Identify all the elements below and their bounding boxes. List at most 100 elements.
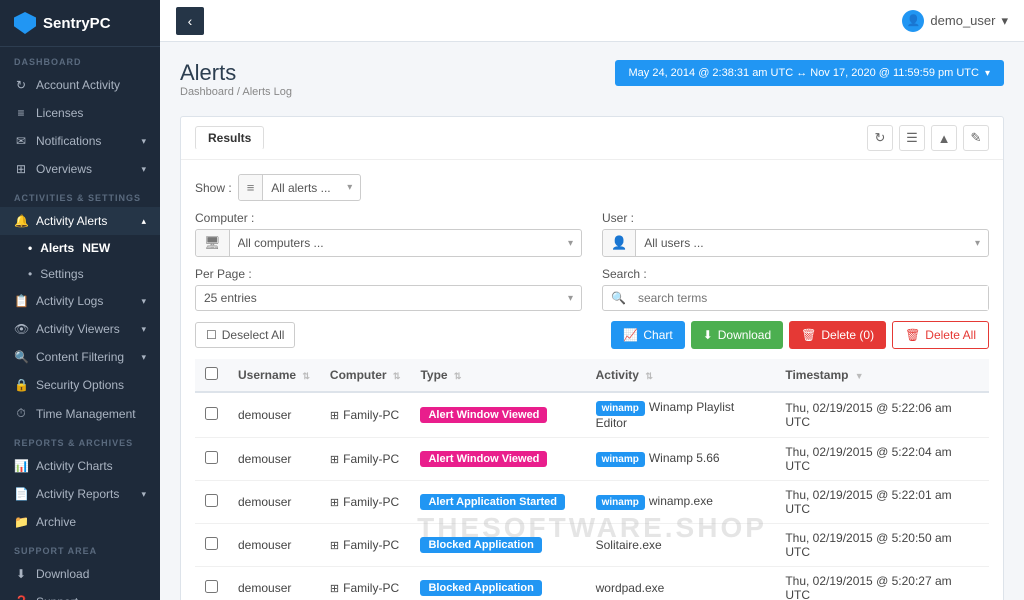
sidebar-sub-item-alerts[interactable]: • Alerts NEW (0, 235, 160, 261)
sidebar-item-activity-alerts[interactable]: 🔔 Activity Alerts ▴ (0, 207, 160, 235)
date-range-button[interactable]: May 24, 2014 @ 2:38:31 am UTC ↔ Nov 17, … (615, 60, 1005, 86)
row-checkbox[interactable] (205, 580, 218, 593)
sidebar-item-activity-viewers[interactable]: 👁 Activity Viewers ▾ (0, 315, 160, 343)
sidebar-toggle-button[interactable]: ‹ (176, 7, 204, 35)
sidebar-item-activity-reports[interactable]: 📄 Activity Reports ▾ (0, 480, 160, 508)
sidebar-item-overviews[interactable]: ⊞ Overviews ▾ (0, 155, 160, 183)
chart-button[interactable]: 📈 Chart (611, 321, 684, 349)
row-checkbox[interactable] (205, 451, 218, 464)
show-select[interactable]: All alerts ... (263, 176, 339, 200)
sidebar-sub-item-settings[interactable]: • Settings (0, 261, 160, 287)
list-view-button[interactable]: ☰ (899, 125, 925, 151)
row-timestamp: Thu, 02/19/2015 @ 5:22:04 am UTC (775, 438, 989, 481)
row-type: Alert Application Started (410, 481, 585, 524)
row-computer: ⊞Family-PC (320, 481, 411, 524)
computer-icon: 🖥 (196, 230, 230, 256)
show-label: Show : (195, 181, 232, 195)
delete-button[interactable]: 🗑 Delete (0) (789, 321, 886, 349)
sidebar-label-activity-logs: Activity Logs (36, 294, 103, 308)
per-page-search-filters: Per Page : 25 entries 50 entries 100 ent… (195, 267, 989, 311)
chart-label: Chart (643, 328, 672, 342)
row-checkbox[interactable] (205, 494, 218, 507)
sidebar-label-archive: Archive (36, 515, 76, 529)
deselect-all-button[interactable]: ☐ Deselect All (195, 322, 295, 348)
row-computer: ⊞Family-PC (320, 524, 411, 567)
activity-logs-arrow: ▾ (141, 296, 146, 307)
per-page-select[interactable]: 25 entries 50 entries 100 entries (196, 286, 560, 310)
per-page-col: Per Page : 25 entries 50 entries 100 ent… (195, 267, 582, 311)
user-icon: 👤 (603, 230, 636, 256)
delete-all-button[interactable]: 🗑 Delete All (892, 321, 989, 349)
sidebar-item-security-options[interactable]: 🔒 Security Options (0, 371, 160, 399)
row-computer: ⊞Family-PC (320, 438, 411, 481)
search-input[interactable] (634, 286, 988, 310)
sidebar-label-alerts: Alerts (40, 241, 74, 255)
computer-select-wrapper: 🖥 All computers ... ▾ (195, 229, 582, 257)
sidebar-item-archive[interactable]: 📁 Archive (0, 508, 160, 536)
table-row: demouser⊞Family-PCAlert Window Viewedwin… (195, 438, 989, 481)
alerts-bullet: • (28, 241, 32, 255)
row-checkbox[interactable] (205, 537, 218, 550)
row-activity: wordpad.exe (586, 567, 776, 600)
delete-all-label: Delete All (925, 328, 976, 342)
card-header: Results ↻ ☰ ▲ ✎ (181, 117, 1003, 160)
col-computer: Computer ⇅ (320, 359, 411, 392)
sidebar-item-time-management[interactable]: ⏱ Time Management (0, 399, 160, 428)
select-all-checkbox[interactable] (205, 367, 218, 380)
sidebar-item-notifications[interactable]: ✉ Notifications ▾ (0, 127, 160, 155)
search-col: Search : 🔍 (602, 267, 989, 311)
alerts-table: Username ⇅ Computer ⇅ Type ⇅ Activity ⇅ … (195, 359, 989, 600)
sidebar-item-download[interactable]: ⬇ Download (0, 560, 160, 588)
licenses-icon: ≡ (14, 106, 28, 120)
sidebar-item-content-filtering[interactable]: 🔍 Content Filtering ▾ (0, 343, 160, 371)
activity-alerts-icon: 🔔 (14, 214, 28, 228)
show-select-chevron: ▾ (339, 177, 360, 198)
download-label: Download (718, 328, 771, 342)
page-content: Alerts Dashboard / Alerts Log May 24, 20… (160, 42, 1024, 600)
activity-viewers-icon: 👁 (14, 322, 28, 336)
row-type: Blocked Application (410, 524, 585, 567)
activity-tag: winamp (596, 495, 645, 510)
user-select[interactable]: All users ... (636, 231, 967, 255)
page-header: Alerts Dashboard / Alerts Log May 24, 20… (180, 60, 1004, 112)
table-row: demouser⊞Family-PCBlocked Applicationwor… (195, 567, 989, 600)
computer-select[interactable]: All computers ... (230, 231, 560, 255)
delete-label: Delete (0) (821, 328, 874, 342)
topbar-user[interactable]: 👤 demo_user ▾ (902, 10, 1008, 32)
sidebar-item-activity-charts[interactable]: 📊 Activity Charts (0, 452, 160, 480)
type-badge: Blocked Application (420, 537, 541, 553)
topbar: ‹ 👤 demo_user ▾ (160, 0, 1024, 42)
user-label: User : (602, 211, 989, 225)
show-select-wrapper: ≡ All alerts ... ▾ (238, 174, 362, 201)
activity-text: wordpad.exe (596, 581, 665, 595)
refresh-button[interactable]: ↻ (867, 125, 893, 151)
sidebar: SentryPC DASHBOARD ↻ Account Activity ≡ … (0, 0, 160, 600)
download-button[interactable]: ⬇ Download (691, 321, 783, 349)
sidebar-label-account-activity: Account Activity (36, 78, 120, 92)
table-row: demouser⊞Family-PCAlert Window Viewedwin… (195, 392, 989, 438)
edit-button[interactable]: ✎ (963, 125, 989, 151)
sidebar-section-reports: REPORTS & ARCHIVES (0, 428, 160, 452)
row-activity: winampWinamp 5.66 (586, 438, 776, 481)
activity-reports-icon: 📄 (14, 487, 28, 501)
user-select-wrapper: 👤 All users ... ▾ (602, 229, 989, 257)
table-row: demouser⊞Family-PCBlocked ApplicationSol… (195, 524, 989, 567)
col-type: Type ⇅ (410, 359, 585, 392)
action-row: ☐ Deselect All 📈 Chart ⬇ Download (195, 321, 989, 349)
breadcrumb-home[interactable]: Dashboard (180, 86, 234, 98)
row-activity: Solitaire.exe (586, 524, 776, 567)
download-icon: ⬇ (14, 567, 28, 581)
sidebar-item-activity-logs[interactable]: 📋 Activity Logs ▾ (0, 287, 160, 315)
collapse-button[interactable]: ▲ (931, 125, 957, 151)
col-timestamp: Timestamp ▼ (775, 359, 989, 392)
row-checkbox[interactable] (205, 407, 218, 420)
date-range-arrow: ▾ (985, 68, 990, 79)
results-tab[interactable]: Results (195, 126, 264, 150)
sidebar-item-support[interactable]: ❓ Support ▾ (0, 588, 160, 600)
sidebar-item-licenses[interactable]: ≡ Licenses (0, 99, 160, 127)
sidebar-item-account-activity[interactable]: ↻ Account Activity (0, 71, 160, 99)
page-title-area: Alerts Dashboard / Alerts Log (180, 60, 292, 112)
delete-all-icon: 🗑 (905, 328, 920, 342)
logo-text: SentryPC (43, 15, 111, 32)
row-type: Alert Window Viewed (410, 438, 585, 481)
